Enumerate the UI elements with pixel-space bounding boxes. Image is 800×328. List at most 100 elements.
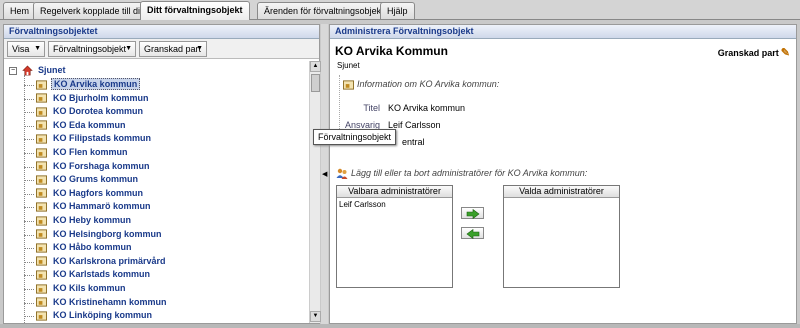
third-value: entral — [402, 137, 425, 147]
tree-item[interactable]: KO Heby kommun — [36, 214, 133, 227]
tree-item[interactable]: KO Håbo kommun — [36, 241, 134, 254]
object-icon — [36, 120, 47, 131]
tree-line — [24, 302, 34, 304]
users-icon — [336, 168, 348, 180]
tree-line — [24, 261, 34, 263]
tree-item[interactable]: KO Flen kommun — [36, 146, 130, 159]
left-panel-title: Förvaltningsobjektet — [4, 25, 319, 39]
tree-line — [24, 248, 34, 250]
tree-item-label: KO Filipstads kommun — [53, 133, 152, 144]
titel-value: KO Arvika kommun — [388, 103, 466, 113]
arrow-right-icon — [466, 209, 479, 219]
tree-item[interactable]: KO Karlstads kommun — [36, 268, 152, 281]
remove-admin-button[interactable] — [461, 227, 484, 239]
admin-heading-text: Lägg till eller ta bort administratörer … — [351, 168, 588, 178]
tree-item-label: KO Grums kommun — [53, 174, 139, 185]
tooltip: Förvaltningsobjekt — [313, 129, 397, 145]
tab-bar: Hem Regelverk kopplade till dig Ditt för… — [0, 0, 800, 20]
tree-line — [24, 275, 34, 277]
object-icon — [36, 202, 47, 212]
tree-item-label: KO Forshaga kommun — [53, 160, 150, 171]
tree-item[interactable]: KO Kils kommun — [36, 282, 128, 295]
object-icon — [36, 311, 47, 321]
left-panel: Förvaltningsobjektet Visa ▼ Förvaltningso… — [3, 24, 321, 324]
tab-arenden[interactable]: Ärenden för förvaltningsobjekt — [257, 2, 391, 19]
tree-line — [24, 316, 34, 318]
list-item[interactable]: Leif Carlsson — [337, 198, 452, 211]
object-icon — [36, 188, 47, 199]
tree-item-label: KO Heby kommun — [53, 215, 132, 225]
tree-item[interactable]: KO Eda kommun — [36, 119, 128, 132]
tree-item[interactable]: KO Linköping kommun — [36, 309, 154, 322]
status-label: Granskad part — [717, 48, 779, 58]
chevron-down-icon: ▼ — [34, 45, 41, 52]
tree-line — [24, 207, 34, 209]
object-title: KO Arvika Kommun — [335, 44, 448, 58]
pencil-icon[interactable]: ✎ — [781, 46, 790, 59]
tree-item[interactable]: KO Bjurholm kommun — [36, 92, 151, 105]
tree-line — [24, 112, 34, 114]
visa-dropdown[interactable]: Visa ▼ — [7, 41, 45, 57]
tree-root-label: Sjunet — [38, 65, 66, 75]
object-icon — [36, 175, 47, 185]
tree-item-label: KO Helsingborg kommun — [53, 228, 162, 239]
add-admin-button[interactable] — [461, 207, 484, 219]
tree-item[interactable]: KO Dorotea kommun — [36, 105, 145, 118]
admin-heading: Lägg till eller ta bort administratörer … — [336, 168, 588, 180]
tree-item[interactable]: KO Karlskrona primärvård — [36, 255, 168, 268]
object-icon — [343, 80, 354, 90]
scroll-thumb[interactable] — [311, 74, 320, 92]
tree-root[interactable]: − Sjunet — [9, 64, 66, 77]
tab-ditt-forvaltningsobjekt[interactable]: Ditt förvaltningsobjekt — [140, 1, 250, 20]
object-icon — [36, 134, 47, 144]
tree-item-label: KO Flen kommun — [53, 147, 128, 157]
tree-line — [24, 98, 34, 100]
tree-item[interactable]: KO Filipstads kommun — [36, 132, 153, 145]
object-icon — [36, 80, 47, 90]
right-panel-title: Administrera Förvaltningsobjekt — [330, 25, 796, 39]
chevron-down-icon: ▼ — [196, 45, 203, 52]
object-icon — [36, 161, 47, 171]
info-section: Information om KO Arvika kommun: Titel K… — [339, 75, 787, 147]
scroll-down-icon[interactable]: ▼ — [310, 311, 321, 322]
object-icon — [36, 216, 47, 226]
tree-item[interactable]: KO Hagfors kommun — [36, 187, 145, 200]
tree-item[interactable]: KO Grums kommun — [36, 173, 140, 186]
tree-item-label: KO Hagfors kommun — [53, 187, 144, 198]
type-label: Förvaltningsobjekt — [53, 44, 127, 54]
info-heading-text: Information om KO Arvika kommun: — [357, 79, 500, 89]
tree-item-label: KO Arvika kommun — [51, 78, 141, 90]
collapse-icon[interactable]: − — [9, 66, 17, 75]
tree-item[interactable]: KO Kristinehamn kommun — [36, 296, 169, 309]
collapse-left-icon[interactable]: ◀ — [322, 170, 327, 178]
tree-item[interactable]: KO Arvika kommun — [36, 78, 141, 91]
scroll-up-icon[interactable]: ▲ — [310, 61, 321, 72]
tree-item-label: KO Kils kommun — [53, 283, 126, 293]
tree-line — [24, 153, 34, 154]
object-icon — [36, 297, 47, 307]
tree-item-label: KO Håbo kommun — [53, 242, 132, 253]
tree-scrollbar[interactable]: ▲ ▼ — [309, 61, 321, 323]
available-admins-header: Valbara administratörer — [337, 186, 452, 198]
tab-hem[interactable]: Hem — [3, 2, 37, 19]
tab-regelverk[interactable]: Regelverk kopplade till dig — [33, 2, 153, 19]
tree-item-label: KO Linköping kommun — [53, 310, 152, 321]
type-dropdown[interactable]: Förvaltningsobjekt ▼ — [48, 41, 136, 57]
tree-item-label: KO Eda kommun — [53, 119, 126, 130]
selected-admins-list[interactable]: Valda administratörer — [503, 185, 620, 288]
bottom-border — [0, 324, 800, 328]
info-heading: Information om KO Arvika kommun: — [343, 79, 499, 90]
tree-line — [24, 180, 34, 182]
filter-dropdown[interactable]: Granskad part ▼ — [139, 41, 207, 57]
tree-line — [24, 139, 34, 141]
tree-item[interactable]: KO Hammarö kommun — [36, 200, 153, 213]
object-icon — [36, 256, 47, 267]
tree-item-label: KO Karlstads kommun — [53, 269, 151, 280]
tree-item[interactable]: KO Helsingborg kommun — [36, 228, 164, 241]
tab-hjalp[interactable]: Hjälp — [380, 2, 415, 19]
panel-splitter[interactable]: ◀ — [321, 24, 328, 324]
chevron-down-icon: ▼ — [125, 45, 132, 52]
available-admins-list[interactable]: Valbara administratörer Leif Carlsson — [336, 185, 453, 288]
object-icon — [36, 107, 47, 117]
tree-item[interactable]: KO Forshaga kommun — [36, 160, 152, 173]
